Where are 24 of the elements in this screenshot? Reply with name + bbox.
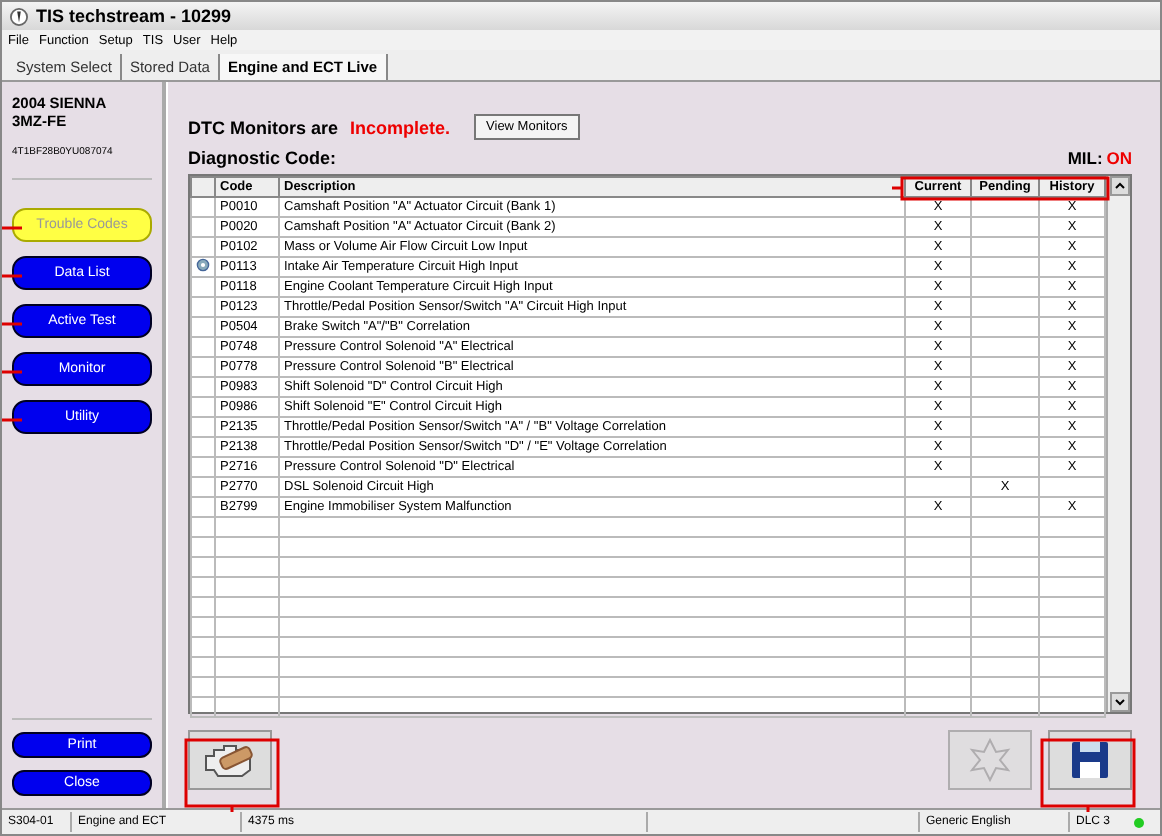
mil-status: ON: [1106, 148, 1132, 168]
window-title: TIS techstream - 10299: [36, 6, 232, 26]
leader-line: [2, 322, 22, 326]
leader-line: [1086, 806, 1090, 812]
mil-label: MIL:: [1067, 148, 1103, 168]
engine-check-button[interactable]: [188, 730, 272, 790]
diagnostic-code-label: Diagnostic Code:: [188, 148, 337, 168]
callout-box: [1040, 738, 1136, 808]
callout-box: [184, 738, 280, 808]
monitors-label: DTC Monitors are: [188, 117, 339, 137]
app-icon: [10, 7, 28, 25]
leader-line: [230, 806, 234, 812]
scroll-down-icon[interactable]: [1109, 692, 1129, 712]
leader-line: [2, 226, 22, 230]
leader-line: [2, 370, 22, 374]
leader-line: [2, 418, 22, 422]
scroll-up-icon[interactable]: [1109, 176, 1129, 196]
leader-line: [2, 274, 22, 278]
status-light-icon: [1134, 817, 1144, 827]
monitors-status: Incomplete.: [350, 117, 451, 137]
save-button[interactable]: [1048, 730, 1132, 790]
star-icon: [968, 738, 1012, 782]
scrollbar[interactable]: [1106, 176, 1130, 712]
leader-line: [892, 186, 902, 190]
